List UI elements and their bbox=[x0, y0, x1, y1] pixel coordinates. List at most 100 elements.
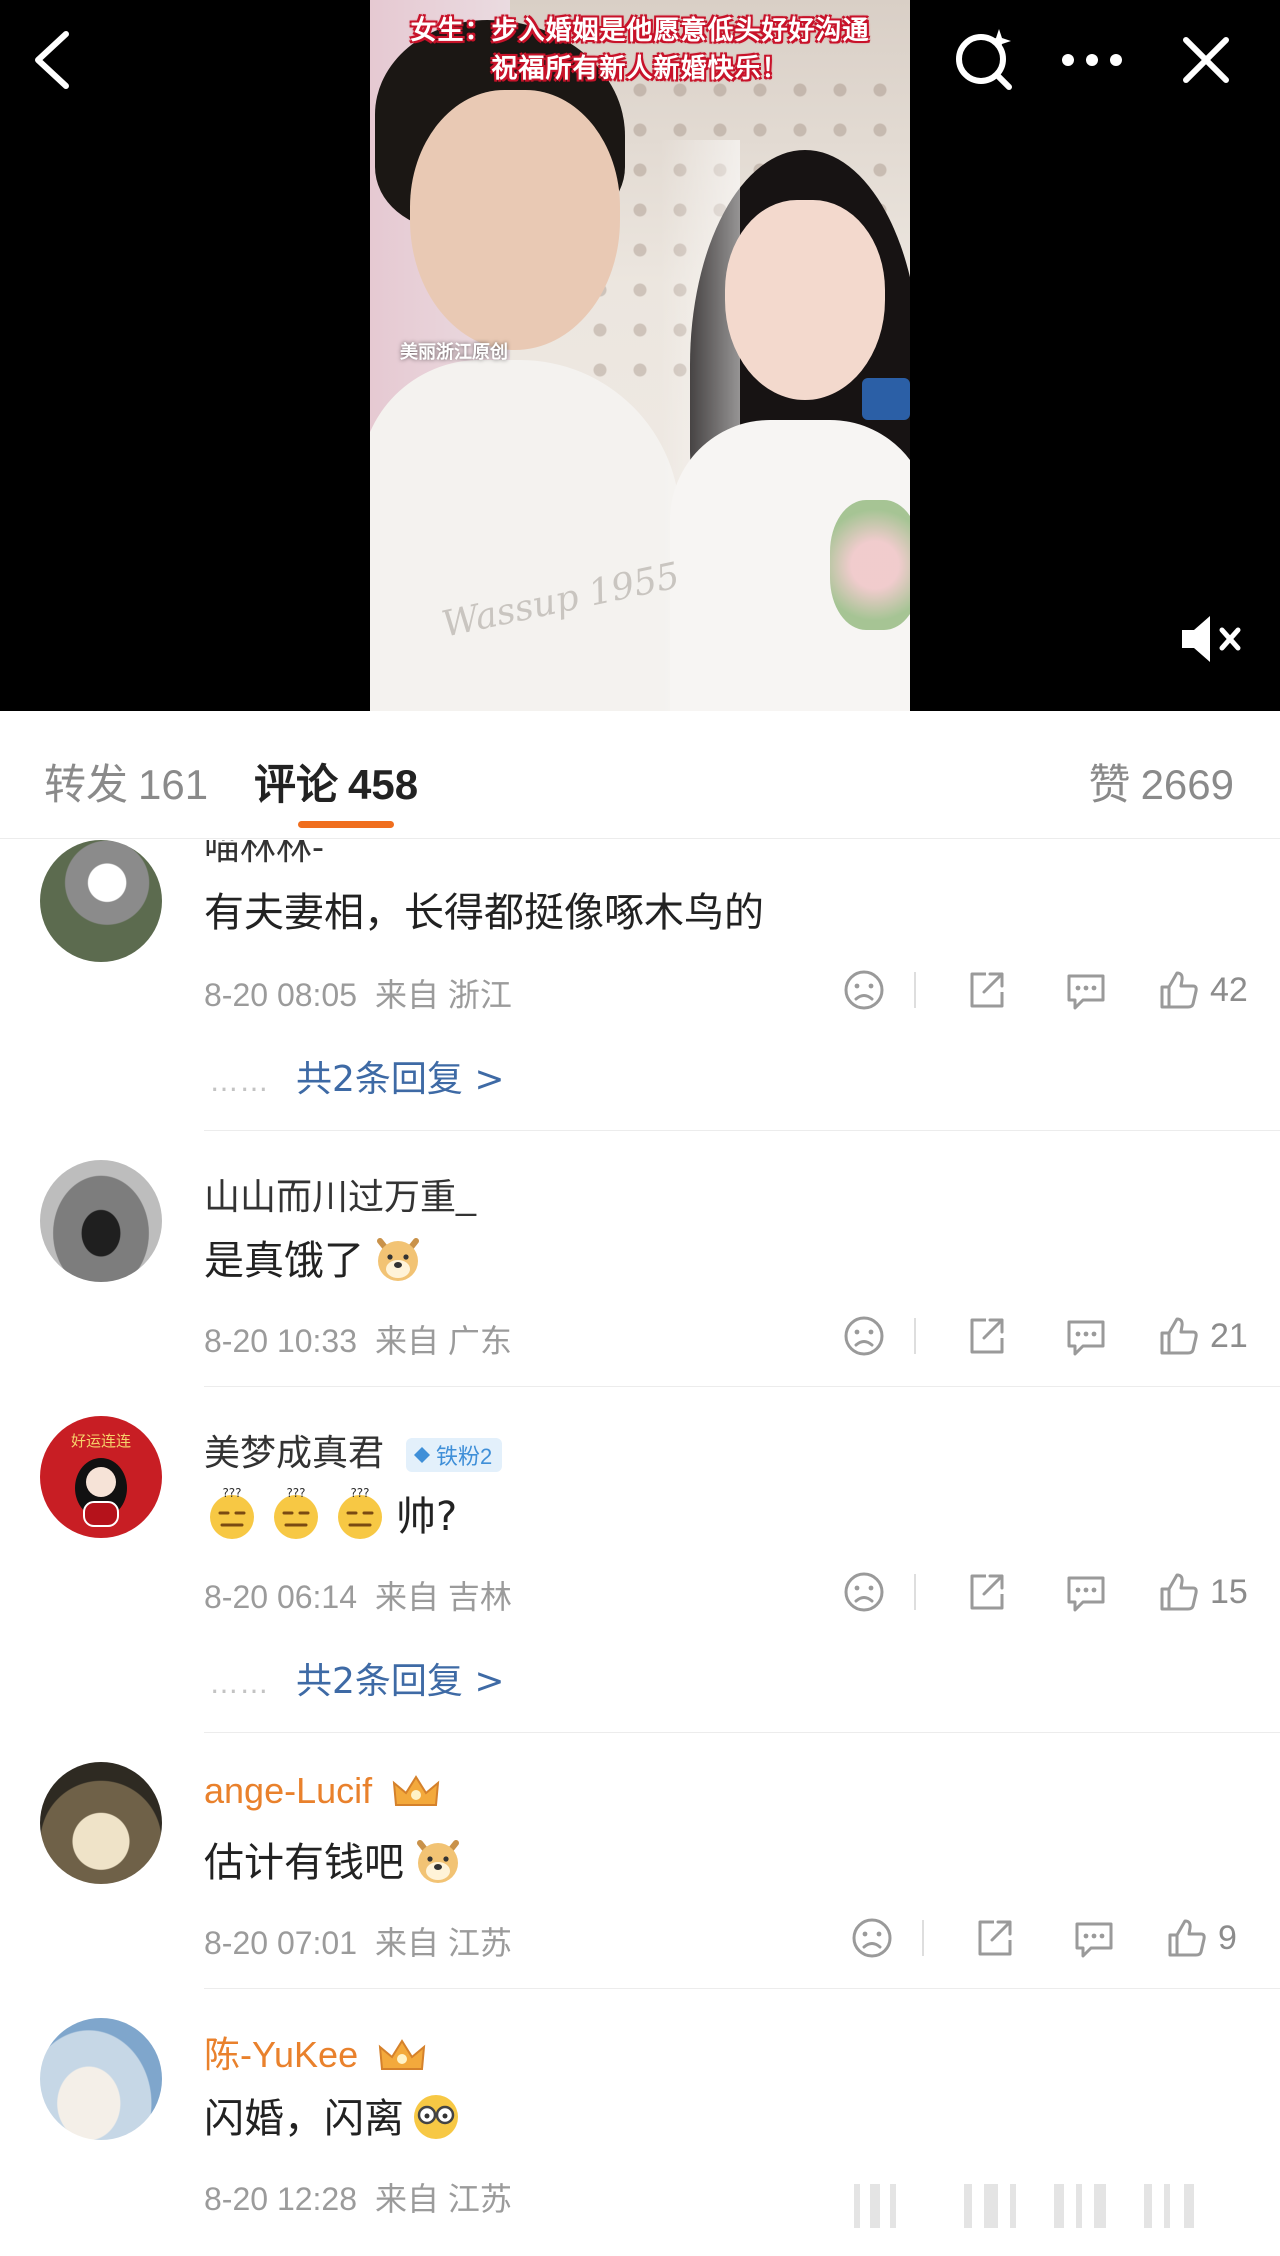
tab-like-label: 赞 bbox=[1088, 761, 1131, 808]
dislike-button[interactable] bbox=[834, 1562, 894, 1622]
video-frame[interactable]: 女生：步入婚姻是他愿意低头好好沟通 祝福所有新人新婚快乐！ 美丽浙江原创 Was… bbox=[370, 0, 910, 711]
comment-username[interactable]: 陈-YuKee bbox=[204, 2026, 428, 2078]
share-icon bbox=[970, 972, 1004, 1008]
comment-username[interactable]: 美梦成真君 铁粉2 bbox=[204, 1424, 503, 1476]
microphone-logo bbox=[862, 378, 910, 420]
action-separator bbox=[922, 1920, 924, 1956]
diamond-icon bbox=[414, 1447, 431, 1464]
avatar[interactable] bbox=[40, 2018, 162, 2140]
like-button[interactable]: 15 bbox=[1156, 1569, 1250, 1615]
share-button[interactable] bbox=[956, 960, 1016, 1020]
reply-button[interactable] bbox=[1064, 1908, 1124, 1968]
reply-button[interactable] bbox=[1056, 1562, 1116, 1622]
fan-badge-label: 铁粉2 bbox=[436, 1444, 493, 1470]
comment-text-content: 闪婚，闪离 bbox=[204, 2096, 404, 2142]
comment-location: 来自 浙江 bbox=[375, 977, 512, 1013]
view-replies-link[interactable]: …… 共2条回复 > bbox=[210, 1050, 505, 1102]
comment-tab-bar: 转发 161 评论 458 赞 2669 bbox=[0, 711, 1280, 839]
comment-divider bbox=[204, 1988, 1280, 1989]
comment-date: 8-20 06:14 bbox=[204, 1579, 358, 1615]
comment-username[interactable]: ange-Lucif bbox=[204, 1770, 442, 1813]
mute-button[interactable] bbox=[1176, 606, 1248, 672]
tab-repost-label: 转发 bbox=[44, 761, 129, 808]
like-button[interactable]: 21 bbox=[1156, 1313, 1250, 1359]
dislike-button[interactable] bbox=[834, 960, 894, 1020]
action-separator bbox=[914, 1318, 916, 1354]
comment-meta: 8-20 12:28 来自 江苏 bbox=[204, 2174, 512, 2220]
comment-actions: 21 bbox=[834, 1306, 1250, 1366]
comment-item: 好运连连 美梦成真君 铁粉2 ??? ??? ??? 帅? 8-20 06:14… bbox=[0, 1416, 1280, 1716]
share-icon bbox=[978, 1920, 1012, 1956]
video-caption-line2: 祝福所有新人新婚快乐！ bbox=[491, 54, 789, 84]
comment-meta: 8-20 07:01 来自 江苏 bbox=[204, 1918, 512, 1964]
reply-button[interactable] bbox=[1056, 960, 1116, 1020]
comment-meta: 8-20 08:05 来自 浙江 bbox=[204, 970, 512, 1016]
dislike-button[interactable] bbox=[842, 1908, 902, 1968]
action-separator bbox=[914, 972, 916, 1008]
video-player[interactable]: 女生：步入婚姻是他愿意低头好好沟通 祝福所有新人新婚快乐！ 美丽浙江原创 Was… bbox=[0, 0, 1280, 711]
comment-text-content: 估计有钱吧 bbox=[204, 1840, 404, 1886]
tab-like[interactable]: 赞 2669 bbox=[1089, 751, 1234, 812]
comment-meta: 8-20 06:14 来自 吉林 bbox=[204, 1572, 512, 1618]
like-count: 15 bbox=[1210, 1572, 1248, 1611]
comment-actions: 42 bbox=[834, 960, 1250, 1020]
comment-text: 估计有钱吧 bbox=[204, 1830, 464, 1888]
comment-text: ??? ??? ??? 帅? bbox=[204, 1484, 457, 1542]
dislike-button[interactable] bbox=[834, 1306, 894, 1366]
like-count: 42 bbox=[1210, 970, 1248, 1009]
comment-date: 8-20 12:28 bbox=[204, 2181, 358, 2217]
share-icon bbox=[970, 1318, 1004, 1354]
image-watermark bbox=[854, 2184, 1194, 2228]
comment-bubble-icon bbox=[1067, 974, 1105, 1010]
avatar[interactable] bbox=[40, 840, 162, 962]
like-button[interactable]: 9 bbox=[1164, 1915, 1258, 1961]
like-button[interactable]: 42 bbox=[1156, 967, 1250, 1013]
comment-username-text: ange-Lucif bbox=[204, 1770, 373, 1811]
tab-repost-count: 161 bbox=[138, 761, 209, 808]
back-button[interactable] bbox=[16, 24, 88, 96]
comment-bubble-icon bbox=[1067, 1576, 1105, 1612]
reply-dots: …… bbox=[210, 1065, 270, 1098]
comment-date: 8-20 07:01 bbox=[204, 1925, 358, 1961]
close-button[interactable] bbox=[1170, 24, 1242, 96]
search-button[interactable] bbox=[948, 24, 1020, 96]
reply-button[interactable] bbox=[1056, 1306, 1116, 1366]
more-dots-icon bbox=[1062, 54, 1122, 66]
avatar-illustration: 好运连连 bbox=[71, 1432, 131, 1527]
groom-shirt bbox=[370, 360, 680, 711]
glasses-emoji-icon bbox=[414, 2095, 458, 2139]
tab-comment-count: 458 bbox=[348, 761, 419, 808]
more-button[interactable] bbox=[1056, 24, 1128, 96]
comment-bubble-icon bbox=[1067, 1320, 1105, 1356]
comment-bubble-icon bbox=[1075, 1922, 1113, 1958]
comment-item: 喵林林- 有夫妻相，长得都挺像啄木鸟的 8-20 08:05 来自 浙江 42 …… bbox=[0, 840, 1280, 1130]
avatar[interactable] bbox=[40, 1762, 162, 1884]
reply-dots: …… bbox=[210, 1667, 270, 1700]
thumbs-up-icon bbox=[1168, 1919, 1206, 1957]
avatar[interactable] bbox=[40, 1160, 162, 1282]
share-icon bbox=[970, 1574, 1004, 1610]
view-replies-link[interactable]: …… 共2条回复 > bbox=[210, 1652, 505, 1704]
share-button[interactable] bbox=[964, 1908, 1024, 1968]
tab-repost[interactable]: 转发 161 bbox=[44, 751, 208, 812]
back-arrow-icon bbox=[35, 31, 69, 89]
svg-text:???: ??? bbox=[286, 1486, 305, 1500]
confused-emoji-icon: ??? bbox=[210, 1486, 254, 1539]
share-button[interactable] bbox=[956, 1562, 1016, 1622]
search-sparkle-icon bbox=[956, 29, 1012, 90]
sad-face-icon bbox=[844, 970, 884, 1010]
comment-divider bbox=[204, 1130, 1280, 1131]
share-button[interactable] bbox=[956, 1306, 1016, 1366]
comment-location: 来自 江苏 bbox=[375, 1925, 512, 1961]
fan-badge[interactable]: 铁粉2 bbox=[406, 1438, 503, 1473]
comment-divider bbox=[204, 1386, 1280, 1387]
vip-crown-icon bbox=[392, 1775, 440, 1807]
thumbs-up-icon bbox=[1160, 1317, 1198, 1355]
tab-comment[interactable]: 评论 458 bbox=[254, 751, 418, 812]
sad-face-icon bbox=[852, 1918, 892, 1958]
comment-location: 来自 江苏 bbox=[375, 2181, 512, 2217]
comment-username[interactable]: 山山而川过万重_ bbox=[204, 1168, 476, 1220]
groom-face bbox=[410, 90, 620, 350]
comment-text-content: 帅? bbox=[396, 1494, 458, 1540]
avatar[interactable]: 好运连连 bbox=[40, 1416, 162, 1538]
